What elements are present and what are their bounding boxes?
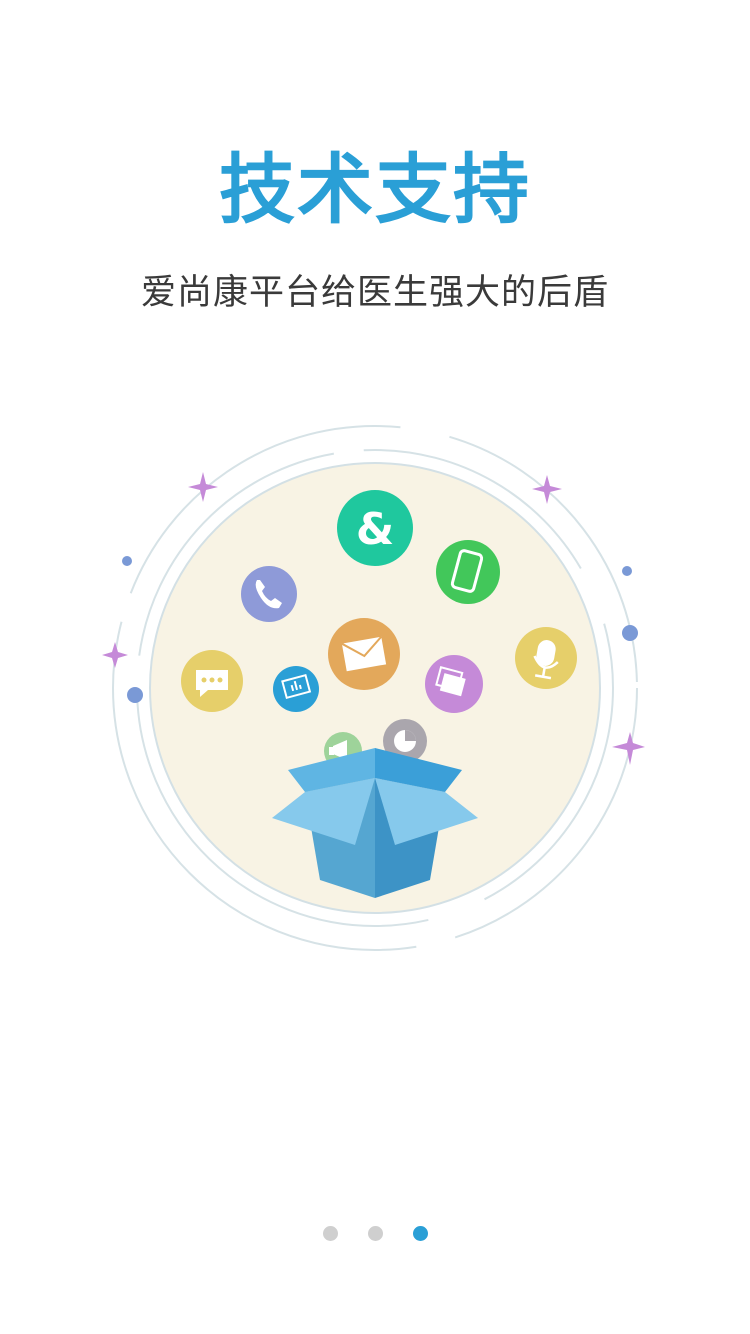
page-indicator-dot-3-active[interactable] bbox=[412, 1226, 428, 1241]
page-title: 技术支持 bbox=[219, 145, 531, 234]
chat-bubble-icon bbox=[181, 650, 243, 712]
tech-support-illustration: & bbox=[100, 420, 650, 960]
photo-gallery-icon bbox=[425, 655, 483, 713]
ampersand-app-icon: & bbox=[337, 490, 413, 566]
presentation-icon bbox=[273, 666, 319, 712]
page-indicator bbox=[0, 1226, 750, 1246]
page-indicator-dot-1[interactable] bbox=[322, 1226, 338, 1241]
microphone-icon bbox=[515, 627, 577, 689]
mobile-device-icon bbox=[436, 540, 500, 604]
phone-icon bbox=[241, 566, 297, 622]
page-indicator-dot-2[interactable] bbox=[367, 1226, 383, 1241]
svg-text:&: & bbox=[356, 504, 394, 555]
mail-icon bbox=[328, 618, 400, 690]
page-subtitle: 爱尚康平台给医生强大的后盾 bbox=[140, 273, 609, 313]
